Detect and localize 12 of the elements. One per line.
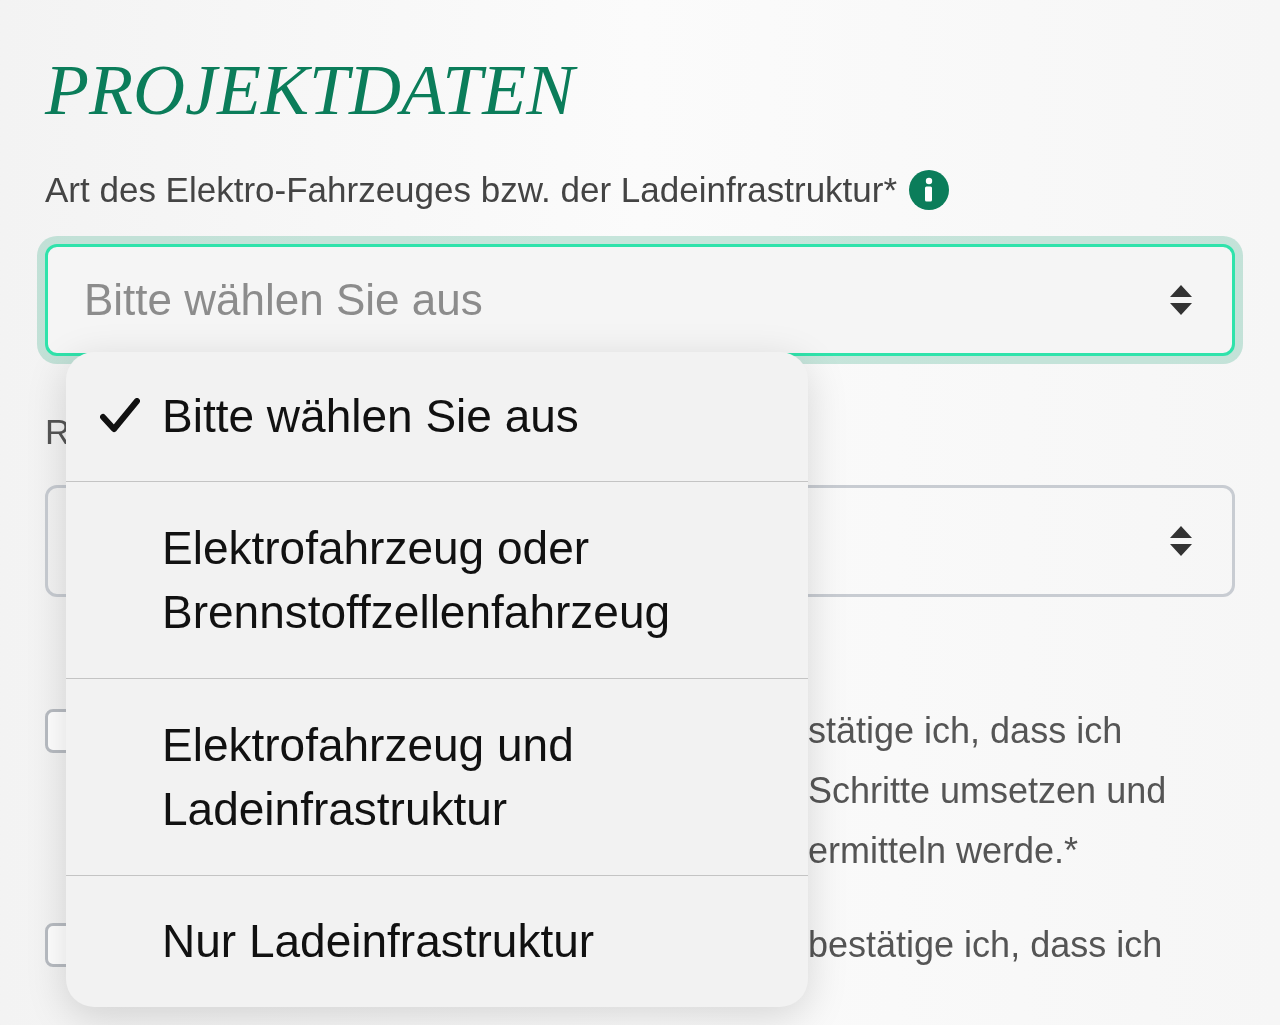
dropdown-option[interactable]: Nur Ladeinfrastruktur — [66, 875, 808, 1007]
info-icon[interactable] — [909, 170, 950, 210]
field-label: Art des Elektro-Fahrzeuges bzw. der Ladeinfrastruktur* — [45, 168, 898, 211]
select-arrows-icon — [1168, 283, 1194, 317]
confirmation-text: ermitteln werde.* — [808, 829, 1079, 873]
select-arrows-icon — [1168, 524, 1194, 558]
dropdown-option[interactable]: Elektrofahrzeug oder Brennstoffzellenfahrzeug — [66, 481, 808, 678]
confirmation-text: Schritte umsetzen und — [808, 769, 1167, 813]
dropdown-option[interactable]: Elektrofahrzeug und Ladeinfrastruktur — [66, 678, 808, 875]
confirmation-text: bestätige ich, dass ich — [808, 923, 1163, 967]
confirmation-text: stätige ich, dass ich — [808, 709, 1123, 753]
checkmark-icon — [100, 398, 140, 434]
